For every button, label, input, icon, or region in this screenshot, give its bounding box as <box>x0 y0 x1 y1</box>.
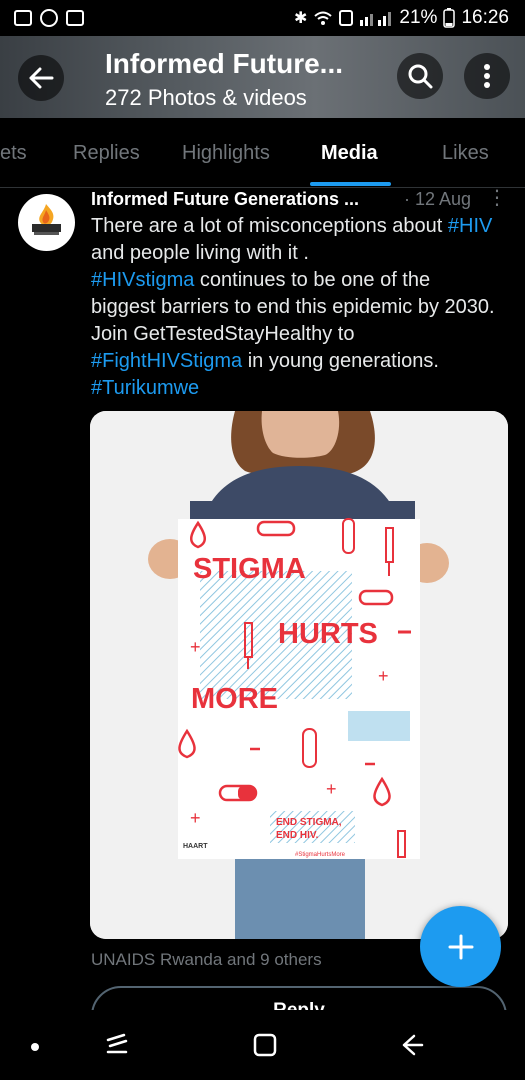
arrow-left-icon <box>29 67 54 89</box>
tweet-text-line: biggest barriers to end this epidemic by… <box>91 296 495 318</box>
tab-highlights[interactable]: Highlights <box>182 142 270 165</box>
profile-tabs: ets Replies Highlights Media Likes <box>0 118 525 188</box>
system-nav-bar <box>0 1010 525 1080</box>
tweet-text-line: and people living with it . <box>91 242 309 264</box>
profile-title: Informed Future... <box>105 48 343 79</box>
tweet-header: Informed Future Generations ... · 12 Aug… <box>91 187 511 215</box>
news-icon <box>66 10 84 26</box>
avatar[interactable] <box>18 194 75 251</box>
hashtag-link[interactable]: #FightHIVStigma <box>91 350 242 372</box>
hashtag-link[interactable]: #Turikumwe <box>91 377 199 399</box>
whatsapp-icon <box>40 9 58 27</box>
compose-button[interactable] <box>420 906 501 987</box>
poster-end-hiv: END HIV. <box>276 830 319 841</box>
svg-text:+: + <box>190 808 201 828</box>
status-bar: ✱ 21% 16:26 <box>0 0 525 36</box>
gallery-icon <box>14 10 32 26</box>
recents-icon[interactable] <box>104 1032 130 1058</box>
nfc-icon <box>339 10 354 26</box>
search-icon <box>408 64 433 89</box>
clock: 16:26 <box>461 7 509 28</box>
tab-replies[interactable]: Replies <box>73 142 140 165</box>
hashtag-link[interactable]: #HIVstigma <box>91 269 194 291</box>
battery-text: 21% <box>399 7 438 28</box>
back-nav-icon[interactable] <box>398 1032 424 1058</box>
media-count: 272 Photos & videos <box>105 85 307 110</box>
more-vertical-icon <box>484 64 490 88</box>
svg-text:+: + <box>190 637 201 657</box>
active-tab-indicator <box>310 182 391 186</box>
tagged-users[interactable]: UNAIDS Rwanda and 9 others <box>91 950 322 970</box>
tab-posts[interactable]: ets <box>0 142 27 165</box>
poster-word-3: MORE <box>191 683 278 715</box>
poster-hashtag: #StigmaHurtsMore <box>295 852 346 858</box>
search-button[interactable] <box>397 53 443 99</box>
tweet-date[interactable]: · 12 Aug <box>404 189 471 210</box>
home-icon[interactable] <box>252 1032 278 1058</box>
tab-likes[interactable]: Likes <box>442 142 489 165</box>
poster-word-1: STIGMA <box>193 553 306 585</box>
tweet-text-part: continues to be one of the <box>194 269 431 291</box>
author-name[interactable]: Informed Future Generations ... <box>91 189 359 209</box>
poster-end-stigma: END STIGMA, <box>276 817 342 828</box>
tweet-text-line: Join GetTestedStayHealthy to <box>91 323 355 345</box>
tweet-more-icon[interactable]: ⋮ <box>487 185 507 210</box>
battery-icon <box>443 8 456 28</box>
tab-media[interactable]: Media <box>321 142 378 165</box>
profile-header: Informed Future... 272 Photos & videos <box>0 36 525 118</box>
tweet-text-part: There are a lot of misconceptions about <box>91 215 448 237</box>
poster-word-2: HURTS <box>278 618 378 650</box>
svg-text:+: + <box>326 779 337 799</box>
more-button[interactable] <box>464 53 510 99</box>
hashtag-link[interactable]: #HIV <box>448 215 492 237</box>
tweet-media-image[interactable]: STIGMA HURTS MORE + + + + END STIGMA, EN… <box>90 411 508 939</box>
wifi-icon <box>314 11 333 25</box>
poster-org: HAART <box>183 843 208 850</box>
org-logo <box>32 204 61 235</box>
poster-photo: STIGMA HURTS MORE + + + + END STIGMA, EN… <box>90 411 508 939</box>
svg-text:+: + <box>378 666 389 686</box>
signal-icon <box>360 12 392 26</box>
tweet-text-part: in young generations. <box>242 350 439 372</box>
nav-dot-icon <box>31 1043 39 1051</box>
back-button[interactable] <box>18 55 64 101</box>
tweet-text: There are a lot of misconceptions about … <box>91 213 516 402</box>
plus-icon <box>448 934 473 959</box>
bluetooth-icon: ✱ <box>294 10 308 27</box>
